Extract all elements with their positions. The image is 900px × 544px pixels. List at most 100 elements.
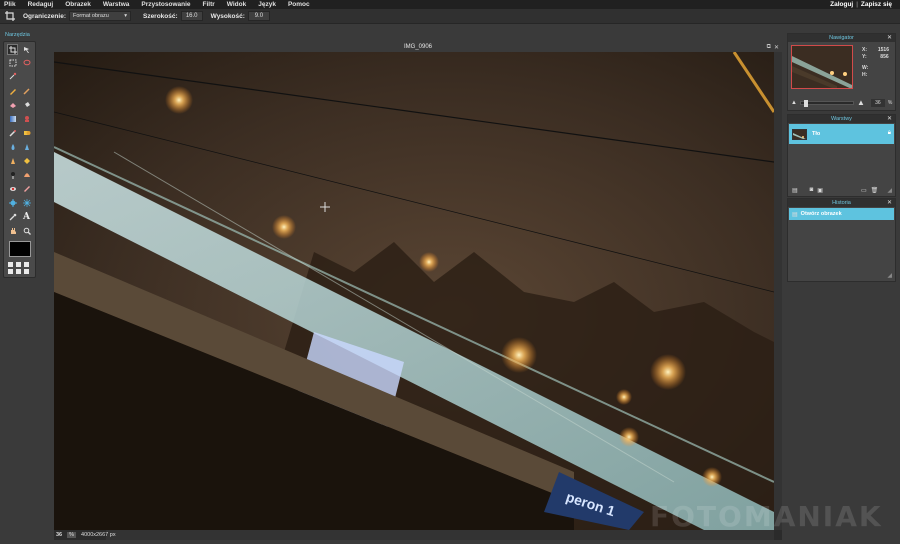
red-eye-tool-icon[interactable] [7, 183, 18, 194]
menu-layer[interactable]: Warstwa [97, 1, 136, 8]
image-canvas[interactable]: peron 1 [54, 52, 774, 530]
crop-icon [3, 10, 17, 22]
document-controls: ⧉ ✕ [767, 42, 779, 52]
layer-styles-icon[interactable]: ▣ [817, 187, 823, 194]
layer-thumbnail [792, 128, 807, 140]
pencil-tool-icon[interactable] [7, 85, 18, 96]
dodge-tool-icon[interactable] [7, 169, 18, 180]
x-value: 1516 [877, 47, 889, 53]
gradient-tool-icon[interactable] [7, 113, 18, 124]
maximize-icon[interactable]: ⧉ [767, 44, 771, 51]
height-field[interactable]: 9.0 [247, 11, 270, 21]
h-label: H: [862, 72, 868, 78]
swatch-grid-icon[interactable] [8, 262, 34, 274]
y-label: Y: [862, 54, 867, 60]
y-value: 856 [880, 54, 889, 60]
close-icon[interactable]: ✕ [887, 34, 892, 41]
document-icon: ▤ [792, 211, 798, 218]
sharpen-tool-icon[interactable] [21, 141, 32, 152]
burn-tool-icon[interactable] [21, 169, 32, 180]
history-item-label: Otwórz obrazek [800, 211, 842, 217]
new-layer-icon[interactable]: ▭ [861, 187, 867, 194]
move-tool-icon[interactable] [21, 44, 32, 55]
history-panel: Historia ✕ ▤ Otwórz obrazek ◢ [787, 198, 896, 282]
constraint-value: Format obrazu [72, 13, 109, 19]
navigator-zoom-field[interactable]: 36 [870, 98, 885, 107]
bloat-tool-icon[interactable] [7, 197, 18, 208]
menu-view[interactable]: Widok [221, 1, 252, 8]
lock-icon[interactable]: 🔒︎ [888, 130, 891, 137]
menu-language[interactable]: Język [252, 1, 282, 8]
zoom-controls: ▲ ▲ 36 % [791, 98, 893, 107]
zoom-tool-icon[interactable] [21, 225, 32, 236]
magic-wand-icon[interactable] [7, 70, 18, 81]
lasso-tool-icon[interactable] [21, 57, 32, 68]
navigator-panel: Nawigator ✕ X: 1516 Y: 856 W: H: ▲ ▲ 36 % [787, 33, 896, 111]
zoom-slider-knob[interactable] [803, 99, 808, 107]
layer-row[interactable]: Tło 🔒︎ [789, 124, 894, 144]
resize-handle-icon[interactable]: ◢ [887, 187, 892, 194]
history-item[interactable]: ▤ Otwórz obrazek [789, 208, 894, 220]
chevron-down-icon: ▾ [124, 13, 127, 19]
smudge-tool-icon[interactable] [7, 155, 18, 166]
foreground-color-swatch[interactable] [9, 241, 31, 257]
layers-header: Warstwy ✕ [788, 115, 895, 123]
x-label: X: [862, 47, 867, 53]
navigator-thumbnail[interactable] [791, 45, 853, 89]
close-icon[interactable]: ✕ [887, 115, 892, 122]
height-label: Wysokość: [210, 12, 245, 20]
register-link[interactable]: Zapisz się [861, 1, 892, 8]
navigator-info: X: 1516 Y: 856 W: H: [862, 47, 889, 79]
menu-adjustment[interactable]: Przystosowanie [135, 1, 196, 8]
pinch-tool-icon[interactable] [21, 197, 32, 208]
menu-file[interactable]: Plik [0, 1, 22, 8]
layer-settings-icon[interactable]: ▤ [792, 187, 798, 194]
w-label: W: [862, 65, 869, 71]
stamp-tool-icon[interactable] [21, 113, 32, 124]
eraser-tool-icon[interactable] [7, 99, 18, 110]
zoom-slider[interactable] [799, 99, 854, 107]
drawing-tool-icon[interactable] [21, 127, 32, 138]
marquee-tool-icon[interactable] [7, 57, 18, 68]
layer-name: Tło [812, 131, 821, 137]
color-replace-icon[interactable] [7, 127, 18, 138]
sponge-tool-icon[interactable] [21, 155, 32, 166]
navigator-title: Nawigator [829, 35, 854, 41]
delete-layer-icon[interactable]: 🗑︎ [871, 187, 879, 194]
night-photo: peron 1 [54, 52, 774, 530]
zoom-out-icon[interactable]: ▲ [791, 100, 797, 106]
brush-tool-icon[interactable] [21, 85, 32, 96]
history-header: Historia ✕ [788, 199, 895, 207]
constraint-select[interactable]: Format obrazu ▾ [68, 11, 131, 21]
crop-tool-icon[interactable] [7, 44, 18, 55]
account-separator: | [856, 1, 858, 8]
account-links: Zaloguj | Zapisz się [830, 0, 892, 9]
login-link[interactable]: Zaloguj [830, 1, 853, 8]
menu-bar: Plik Redaguj Obrazek Warstwa Przystosowa… [0, 0, 900, 9]
menu-help[interactable]: Pomoc [282, 1, 316, 8]
zoom-in-icon[interactable]: ▲ [857, 98, 865, 107]
bucket-tool-icon[interactable] [21, 99, 32, 110]
layer-toolbar: ▤ ◙ ▣ ▭ 🗑︎ [792, 186, 892, 194]
layers-panel: Warstwy ✕ Tło 🔒︎ ▤ ◙ ▣ ▭ 🗑︎ ◢ [787, 114, 896, 197]
close-icon[interactable]: ✕ [887, 199, 892, 206]
navigator-header: Nawigator ✕ [788, 34, 895, 42]
spot-heal-tool-icon[interactable] [21, 183, 32, 194]
tools-panel-title: Narzędzia [5, 32, 30, 38]
menu-filter[interactable]: Filtr [197, 1, 221, 8]
hand-tool-icon[interactable] [7, 225, 18, 236]
layer-mask-icon[interactable]: ◙ [810, 187, 814, 193]
menu-image[interactable]: Obrazek [59, 1, 97, 8]
color-picker-icon[interactable] [7, 211, 18, 222]
type-tool-icon[interactable]: A [21, 211, 32, 222]
menu-edit[interactable]: Redaguj [22, 1, 60, 8]
resize-handle-icon[interactable]: ◢ [887, 272, 892, 279]
document-title-bar[interactable]: IMG_0906 ⧉ ✕ [54, 42, 782, 52]
width-field[interactable]: 16.0 [180, 11, 203, 21]
blur-tool-icon[interactable] [7, 141, 18, 152]
zoom-unit: % [67, 532, 77, 538]
close-icon[interactable]: ✕ [774, 44, 779, 51]
tools-panel: A [3, 41, 36, 278]
zoom-value[interactable]: 36 [56, 532, 62, 538]
vertical-scrollbar[interactable] [774, 52, 782, 530]
